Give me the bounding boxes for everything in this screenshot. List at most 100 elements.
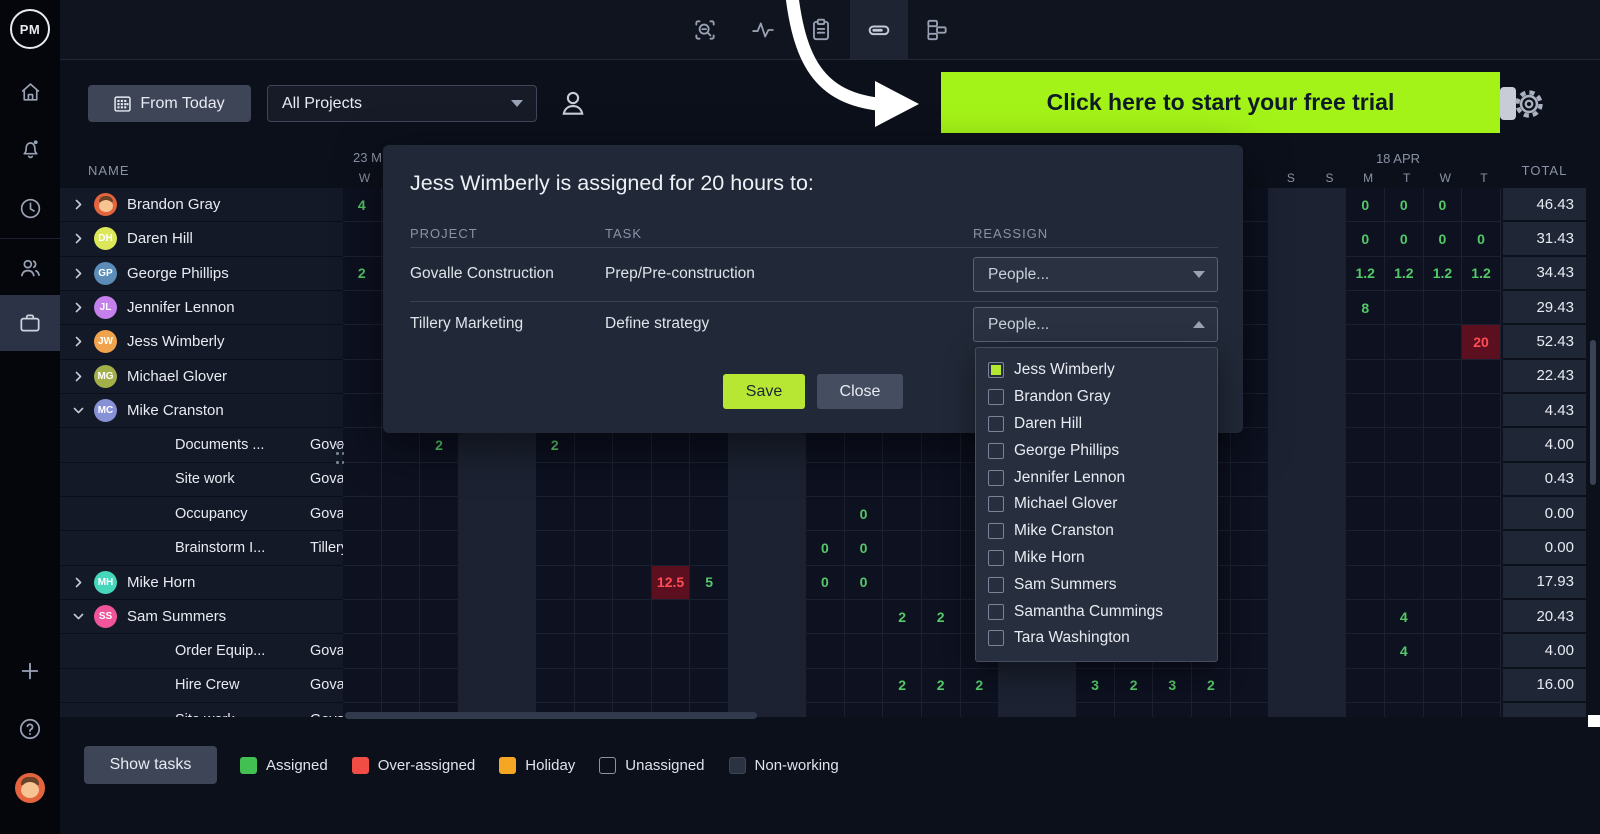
column-resize-handle[interactable] xyxy=(336,443,344,467)
people-filter-icon[interactable] xyxy=(553,84,593,122)
workload-cell[interactable]: 1.2 xyxy=(1346,257,1385,291)
chevron-right-icon[interactable] xyxy=(72,335,94,348)
workload-cell[interactable]: 2 xyxy=(922,669,961,703)
workload-cell[interactable]: 0 xyxy=(845,531,884,565)
people-option[interactable]: George Phillips xyxy=(988,437,1217,464)
workload-cell[interactable]: 12.5 xyxy=(652,566,691,600)
project-filter-select[interactable]: All Projects xyxy=(267,85,537,122)
chevron-right-icon[interactable] xyxy=(72,232,94,245)
time-clock-icon[interactable] xyxy=(0,180,60,236)
workload-cell[interactable]: 0 xyxy=(806,566,845,600)
person-row[interactable]: MGMichael Glover xyxy=(60,360,343,394)
workload-cell[interactable]: 2 xyxy=(343,257,382,291)
workload-cell[interactable]: 2 xyxy=(536,428,575,462)
portfolio-briefcase-icon[interactable] xyxy=(0,295,60,351)
person-row[interactable]: JWJess Wimberly xyxy=(60,325,343,359)
people-option[interactable]: Daren Hill xyxy=(988,411,1217,438)
workload-cell[interactable]: 0 xyxy=(845,497,884,531)
checkbox-unchecked[interactable] xyxy=(988,604,1004,620)
person-row[interactable]: JLJennifer Lennon xyxy=(60,291,343,325)
checkbox-checked[interactable] xyxy=(988,362,1004,378)
clipboard-icon[interactable] xyxy=(792,0,850,59)
workload-cell[interactable]: 0 xyxy=(1462,222,1501,256)
workload-cell[interactable]: 3 xyxy=(1076,669,1115,703)
person-row[interactable]: MCMike Cranston xyxy=(60,394,343,428)
workload-cell[interactable]: 1.2 xyxy=(1424,257,1463,291)
workload-cell[interactable]: 2 xyxy=(961,669,1000,703)
chevron-down-icon[interactable] xyxy=(72,404,94,417)
task-row[interactable]: OccupancyGovalle Con.. xyxy=(60,497,343,531)
close-button[interactable]: Close xyxy=(817,374,903,409)
workload-cell[interactable]: 5 xyxy=(690,566,729,600)
workload-cell[interactable]: 0 xyxy=(1346,222,1385,256)
people-option[interactable]: Jennifer Lennon xyxy=(988,464,1217,491)
user-avatar[interactable] xyxy=(0,760,60,816)
workload-cell[interactable]: 1.2 xyxy=(1462,257,1501,291)
task-row[interactable]: Site workGovalle Con.. xyxy=(60,463,343,497)
activity-icon[interactable] xyxy=(734,0,792,59)
from-today-button[interactable]: From Today xyxy=(88,85,251,122)
workload-cell[interactable]: 4 xyxy=(1385,634,1424,668)
zoom-select-icon[interactable] xyxy=(676,0,734,59)
workload-cell[interactable]: 1.2 xyxy=(1385,257,1424,291)
chevron-down-icon[interactable] xyxy=(72,610,94,623)
person-row[interactable]: GPGeorge Phillips xyxy=(60,257,343,291)
workload-cell[interactable]: 8 xyxy=(1346,291,1385,325)
workload-cell[interactable]: 0 xyxy=(806,531,845,565)
checkbox-unchecked[interactable] xyxy=(988,443,1004,459)
people-option[interactable]: Mike Horn xyxy=(988,545,1217,572)
settings-gear-icon[interactable] xyxy=(1511,86,1547,122)
workload-cell[interactable]: 2 xyxy=(420,428,459,462)
workload-cell[interactable]: 20 xyxy=(1462,325,1501,359)
workload-icon[interactable] xyxy=(850,0,908,59)
chevron-right-icon[interactable] xyxy=(72,198,94,211)
chevron-right-icon[interactable] xyxy=(72,267,94,280)
person-row[interactable]: MHMike Horn xyxy=(60,566,343,600)
task-row[interactable]: Brainstorm I...Tillery Mark.. xyxy=(60,531,343,565)
vertical-scrollbar[interactable] xyxy=(1590,340,1596,485)
checkbox-unchecked[interactable] xyxy=(988,630,1004,646)
help-icon[interactable] xyxy=(0,701,60,757)
workload-cell[interactable]: 0 xyxy=(845,566,884,600)
chevron-right-icon[interactable] xyxy=(72,301,94,314)
workload-cell[interactable]: 4 xyxy=(1385,600,1424,634)
checkbox-unchecked[interactable] xyxy=(988,577,1004,593)
checkbox-unchecked[interactable] xyxy=(988,416,1004,432)
chevron-right-icon[interactable] xyxy=(72,370,94,383)
person-row[interactable]: SSSam Summers xyxy=(60,600,343,634)
workload-cell[interactable]: 0 xyxy=(1346,188,1385,222)
person-row[interactable]: Brandon Gray xyxy=(60,188,343,222)
workload-cell[interactable]: 0 xyxy=(1424,188,1463,222)
task-row[interactable]: Hire CrewGovalle Con.. xyxy=(60,669,343,703)
workload-cell[interactable]: 0 xyxy=(1385,188,1424,222)
checkbox-unchecked[interactable] xyxy=(988,550,1004,566)
workload-cell[interactable]: 2 xyxy=(922,600,961,634)
workload-cell[interactable]: 2 xyxy=(883,669,922,703)
checkbox-unchecked[interactable] xyxy=(988,496,1004,512)
team-people-icon[interactable] xyxy=(0,240,60,296)
show-tasks-button[interactable]: Show tasks xyxy=(84,746,217,784)
workload-cell[interactable]: 2 xyxy=(1115,669,1154,703)
workload-cell[interactable]: 4 xyxy=(343,188,382,222)
horizontal-scrollbar[interactable] xyxy=(345,712,757,719)
people-option[interactable]: Michael Glover xyxy=(988,491,1217,518)
task-row[interactable]: Site workGovalle Con xyxy=(60,703,343,717)
workload-cell[interactable]: 3 xyxy=(1153,669,1192,703)
people-option[interactable]: Mike Cranston xyxy=(988,518,1217,545)
chevron-right-icon[interactable] xyxy=(72,576,94,589)
reassign-people-select-open[interactable]: People... xyxy=(973,307,1218,342)
free-trial-banner[interactable]: Click here to start your free trial xyxy=(941,72,1500,133)
people-option[interactable]: Samantha Cummings xyxy=(988,598,1217,625)
people-option[interactable]: Jess Wimberly xyxy=(988,357,1217,384)
workload-cell[interactable]: 0 xyxy=(1424,222,1463,256)
people-option[interactable]: Brandon Gray xyxy=(988,384,1217,411)
checkbox-unchecked[interactable] xyxy=(988,523,1004,539)
pm-logo[interactable]: PM xyxy=(10,9,50,49)
task-row[interactable]: Order Equip...Govalle Con.. xyxy=(60,634,343,668)
workload-cell[interactable]: 2 xyxy=(1192,669,1231,703)
workload-cell[interactable]: 2 xyxy=(883,600,922,634)
person-row[interactable]: DHDaren Hill xyxy=(60,222,343,256)
notifications-bell-icon[interactable] xyxy=(0,120,60,176)
home-icon[interactable] xyxy=(0,64,60,120)
task-row[interactable]: Documents ...Govalle Con.. xyxy=(60,428,343,462)
